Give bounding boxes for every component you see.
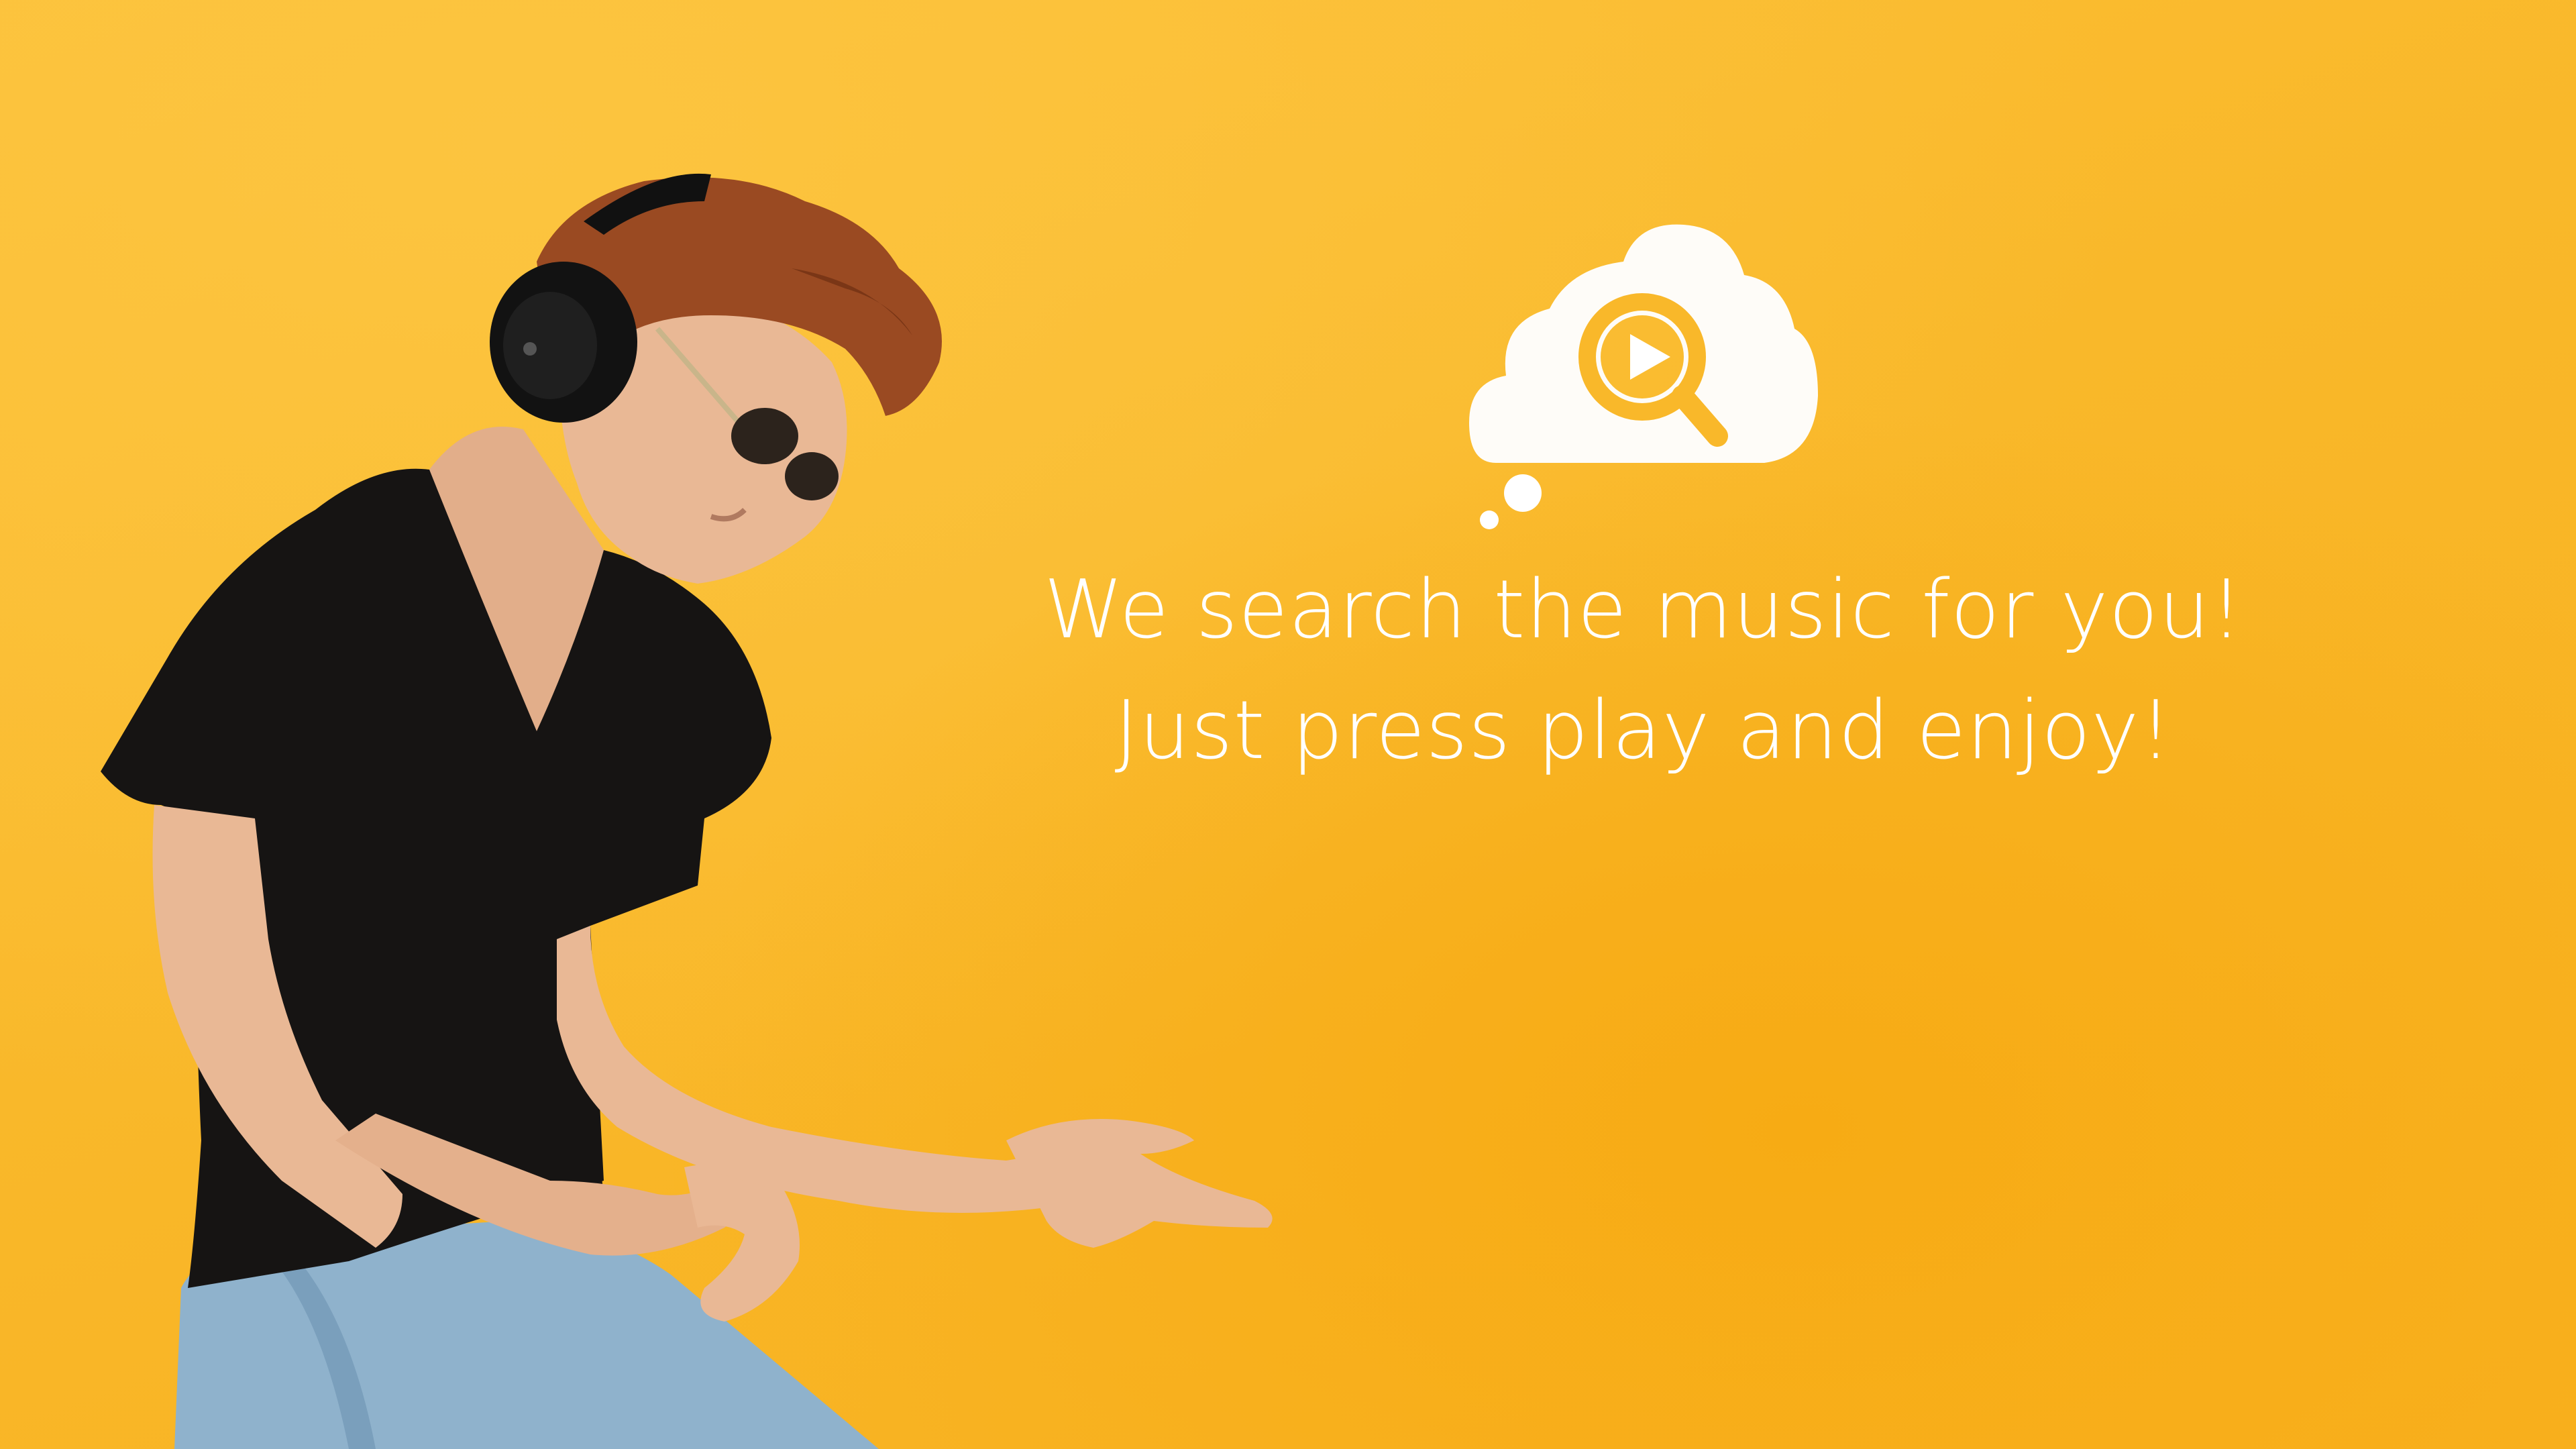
cloud-play-search-icon	[1469, 224, 1818, 529]
tagline-line-1: We search the music for you!	[1043, 564, 2244, 657]
tagline: We search the music for you! Just press …	[939, 550, 2348, 792]
tagline-line-2: Just press play and enjoy!	[1114, 684, 2173, 777]
hero-banner: We search the music for you! Just press …	[0, 0, 2576, 1449]
